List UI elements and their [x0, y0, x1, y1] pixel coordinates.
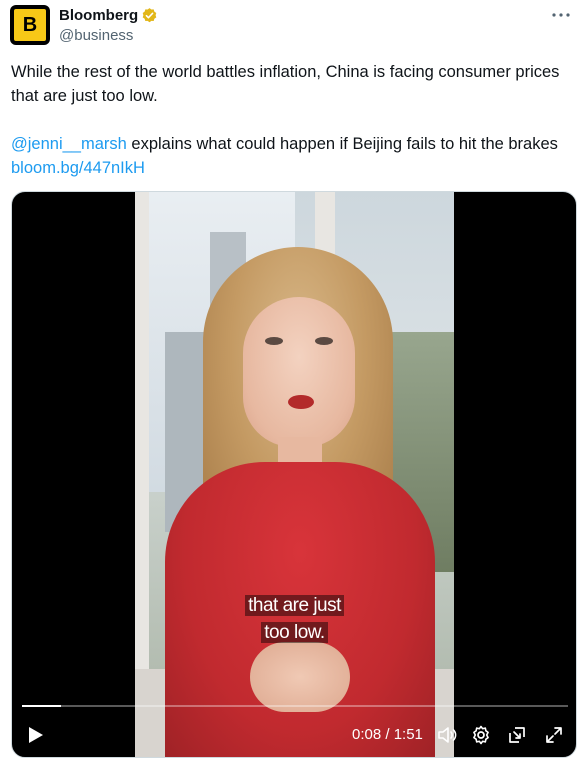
tweet-text: While the rest of the world battles infl… — [11, 60, 573, 180]
video-controls: 0:08 / 1:51 — [12, 720, 576, 750]
mention-link[interactable]: @jenni__marsh — [11, 135, 127, 153]
video-frame[interactable]: that are just too low. — [135, 192, 454, 757]
progress-bar[interactable] — [22, 705, 568, 707]
tweet-header: B Bloomberg @business — [10, 5, 573, 47]
display-name[interactable]: Bloomberg — [59, 7, 138, 24]
presenter-mouth — [288, 395, 314, 409]
settings-icon[interactable] — [470, 720, 492, 750]
more-icon[interactable] — [551, 5, 571, 25]
tweet-paragraph-1: While the rest of the world battles infl… — [11, 63, 560, 105]
progress-fill — [22, 705, 62, 707]
tweet-paragraph-2-text: explains what could happen if Beijing fa… — [126, 135, 558, 153]
fullscreen-icon[interactable] — [543, 720, 565, 750]
pip-icon[interactable] — [506, 720, 528, 750]
volume-icon[interactable] — [436, 720, 458, 750]
presenter-face — [243, 297, 355, 447]
avatar[interactable]: B — [10, 5, 50, 45]
caption-line-2: too low. — [135, 622, 454, 644]
tweet-paragraph-2: @jenni__marsh explains what could happen… — [11, 132, 573, 180]
presenter — [165, 247, 435, 757]
play-icon[interactable] — [24, 720, 48, 750]
video-player[interactable]: that are just too low. 0:08 / 1:51 — [11, 191, 577, 758]
presenter-eye — [265, 337, 283, 345]
handle[interactable]: @business — [59, 27, 133, 44]
time-display: 0:08 / 1:51 — [352, 726, 423, 743]
caption-line-1: that are just — [135, 595, 454, 617]
name-row: Bloomberg — [59, 7, 158, 24]
presenter-hands — [250, 642, 350, 712]
article-link[interactable]: bloom.bg/447nIkH — [11, 159, 145, 177]
presenter-eye — [315, 337, 333, 345]
avatar-logo: B — [14, 9, 46, 41]
verified-badge-icon[interactable] — [141, 7, 158, 24]
